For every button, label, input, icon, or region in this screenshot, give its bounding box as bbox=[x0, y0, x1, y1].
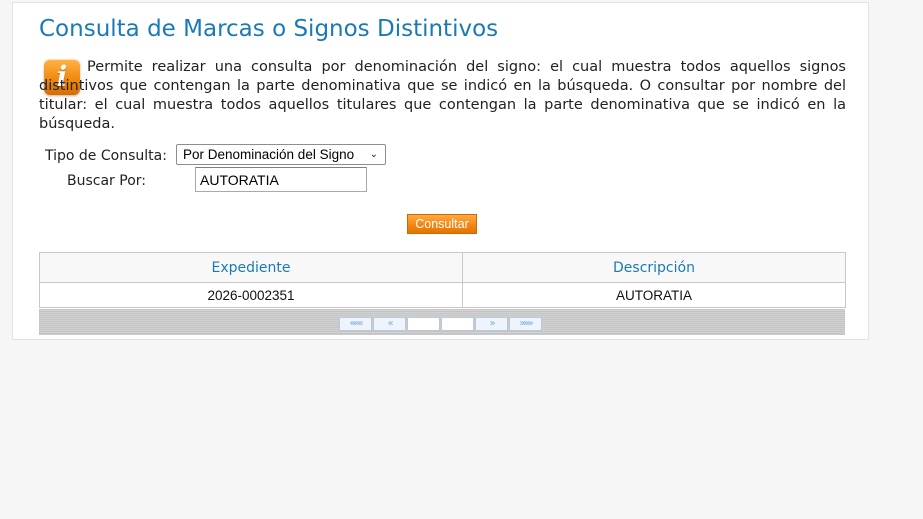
buscar-por-input[interactable] bbox=[195, 167, 367, 192]
pager-first-button[interactable]: ««« bbox=[339, 317, 372, 331]
table-header-row: Expediente Descripción bbox=[39, 252, 846, 283]
info-description: Permite realizar una consulta por denomi… bbox=[39, 59, 846, 132]
column-header-descripcion[interactable]: Descripción bbox=[462, 252, 846, 283]
column-header-expediente[interactable]: Expediente bbox=[39, 252, 463, 283]
consultar-button[interactable]: Consultar bbox=[407, 214, 477, 234]
pager-page-box[interactable] bbox=[407, 317, 440, 331]
pager-controls: ««« « » »»» bbox=[339, 317, 543, 331]
cell-expediente: 2026-0002351 bbox=[39, 282, 463, 308]
pager-bar: ««« « » »»» bbox=[39, 309, 845, 335]
tipo-consulta-label: Tipo de Consulta: bbox=[45, 148, 167, 164]
table-row[interactable]: 2026-0002351 AUTORATIA bbox=[39, 282, 846, 308]
results-table: Expediente Descripción 2026-0002351 AUTO… bbox=[39, 252, 846, 308]
page-title: Consulta de Marcas o Signos Distintivos bbox=[39, 16, 499, 42]
pager-prev-button[interactable]: « bbox=[373, 317, 406, 331]
cell-descripcion: AUTORATIA bbox=[462, 282, 846, 308]
tipo-consulta-select[interactable]: Por Denominación del Signo ⌄ bbox=[176, 144, 386, 165]
pager-page-box[interactable] bbox=[441, 317, 474, 331]
chevron-down-icon: ⌄ bbox=[369, 149, 378, 160]
buscar-por-label: Buscar Por: bbox=[67, 173, 146, 189]
main-panel: Consulta de Marcas o Signos Distintivos … bbox=[12, 2, 869, 340]
pager-last-button[interactable]: »»» bbox=[509, 317, 542, 331]
tipo-consulta-selected-value: Por Denominación del Signo bbox=[183, 147, 355, 162]
pager-next-button[interactable]: » bbox=[475, 317, 508, 331]
